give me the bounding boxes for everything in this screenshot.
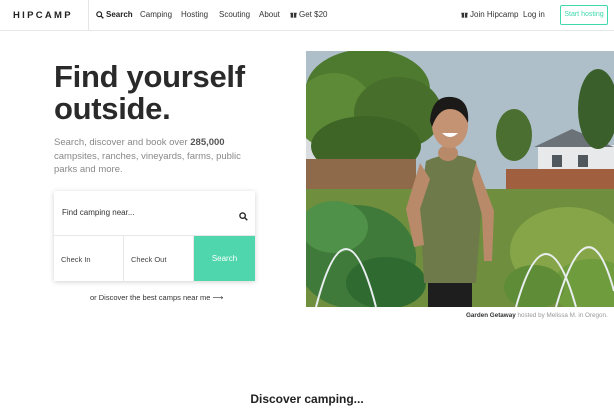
nav-scouting-link[interactable]: Scouting: [219, 10, 250, 19]
nav-camping-link[interactable]: Camping: [140, 10, 172, 19]
check-out-label: Check Out: [131, 255, 167, 264]
hero-subtitle: Search, discover and book over 285,000 c…: [54, 136, 264, 177]
join-hipcamp-link[interactable]: Join Hipcamp: [461, 10, 518, 19]
search-icon: [96, 11, 104, 19]
hero-subtitle-count: 285,000: [190, 137, 225, 148]
top-nav: HIPCAMP Search Camping Hosting Scouting …: [0, 0, 614, 31]
caption-host: hosted by Melissa M. in Oregon.: [515, 312, 608, 319]
hero-title: Find yourself outside.: [54, 59, 245, 126]
login-link[interactable]: Log in: [523, 10, 545, 19]
nav-about-link[interactable]: About: [259, 10, 280, 19]
hipcamp-logo[interactable]: HIPCAMP: [13, 10, 73, 21]
caption-title[interactable]: Garden Getaway: [466, 312, 516, 319]
location-search-field[interactable]: Find camping near...: [54, 191, 255, 236]
gift-icon: [461, 11, 468, 19]
nav-divider: [88, 0, 89, 31]
nav-get20-label: Get $20: [299, 10, 328, 19]
search-card: Find camping near... Check In Check Out …: [54, 191, 255, 281]
check-in-label: Check In: [61, 255, 91, 264]
start-hosting-button[interactable]: Start hosting: [560, 5, 608, 25]
hero-subtitle-start: Search, discover and book over: [54, 137, 191, 148]
garden-scene-image: [306, 51, 614, 307]
nav-hosting-link[interactable]: Hosting: [181, 10, 208, 19]
gift-icon: [290, 11, 297, 19]
search-icon: [239, 208, 248, 226]
check-in-field[interactable]: Check In: [54, 236, 124, 281]
check-out-field[interactable]: Check Out: [124, 236, 194, 281]
nav-get20-link[interactable]: Get $20: [290, 10, 327, 19]
photo-caption: Garden Getaway hosted by Melissa M. in O…: [466, 312, 608, 319]
nav-search-link[interactable]: Search: [96, 10, 133, 19]
hero-subtitle-end: campsites, ranches, vineyards, farms, pu…: [54, 150, 241, 176]
discover-near-me-link[interactable]: or Discover the best camps near me ⟶: [90, 293, 223, 302]
location-placeholder: Find camping near...: [62, 208, 135, 217]
nav-search-label: Search: [106, 10, 133, 19]
search-button[interactable]: Search: [194, 236, 255, 281]
hero-photo: [306, 51, 614, 307]
join-hipcamp-label: Join Hipcamp: [470, 10, 519, 19]
discover-camping-heading: Discover camping...: [250, 392, 364, 406]
